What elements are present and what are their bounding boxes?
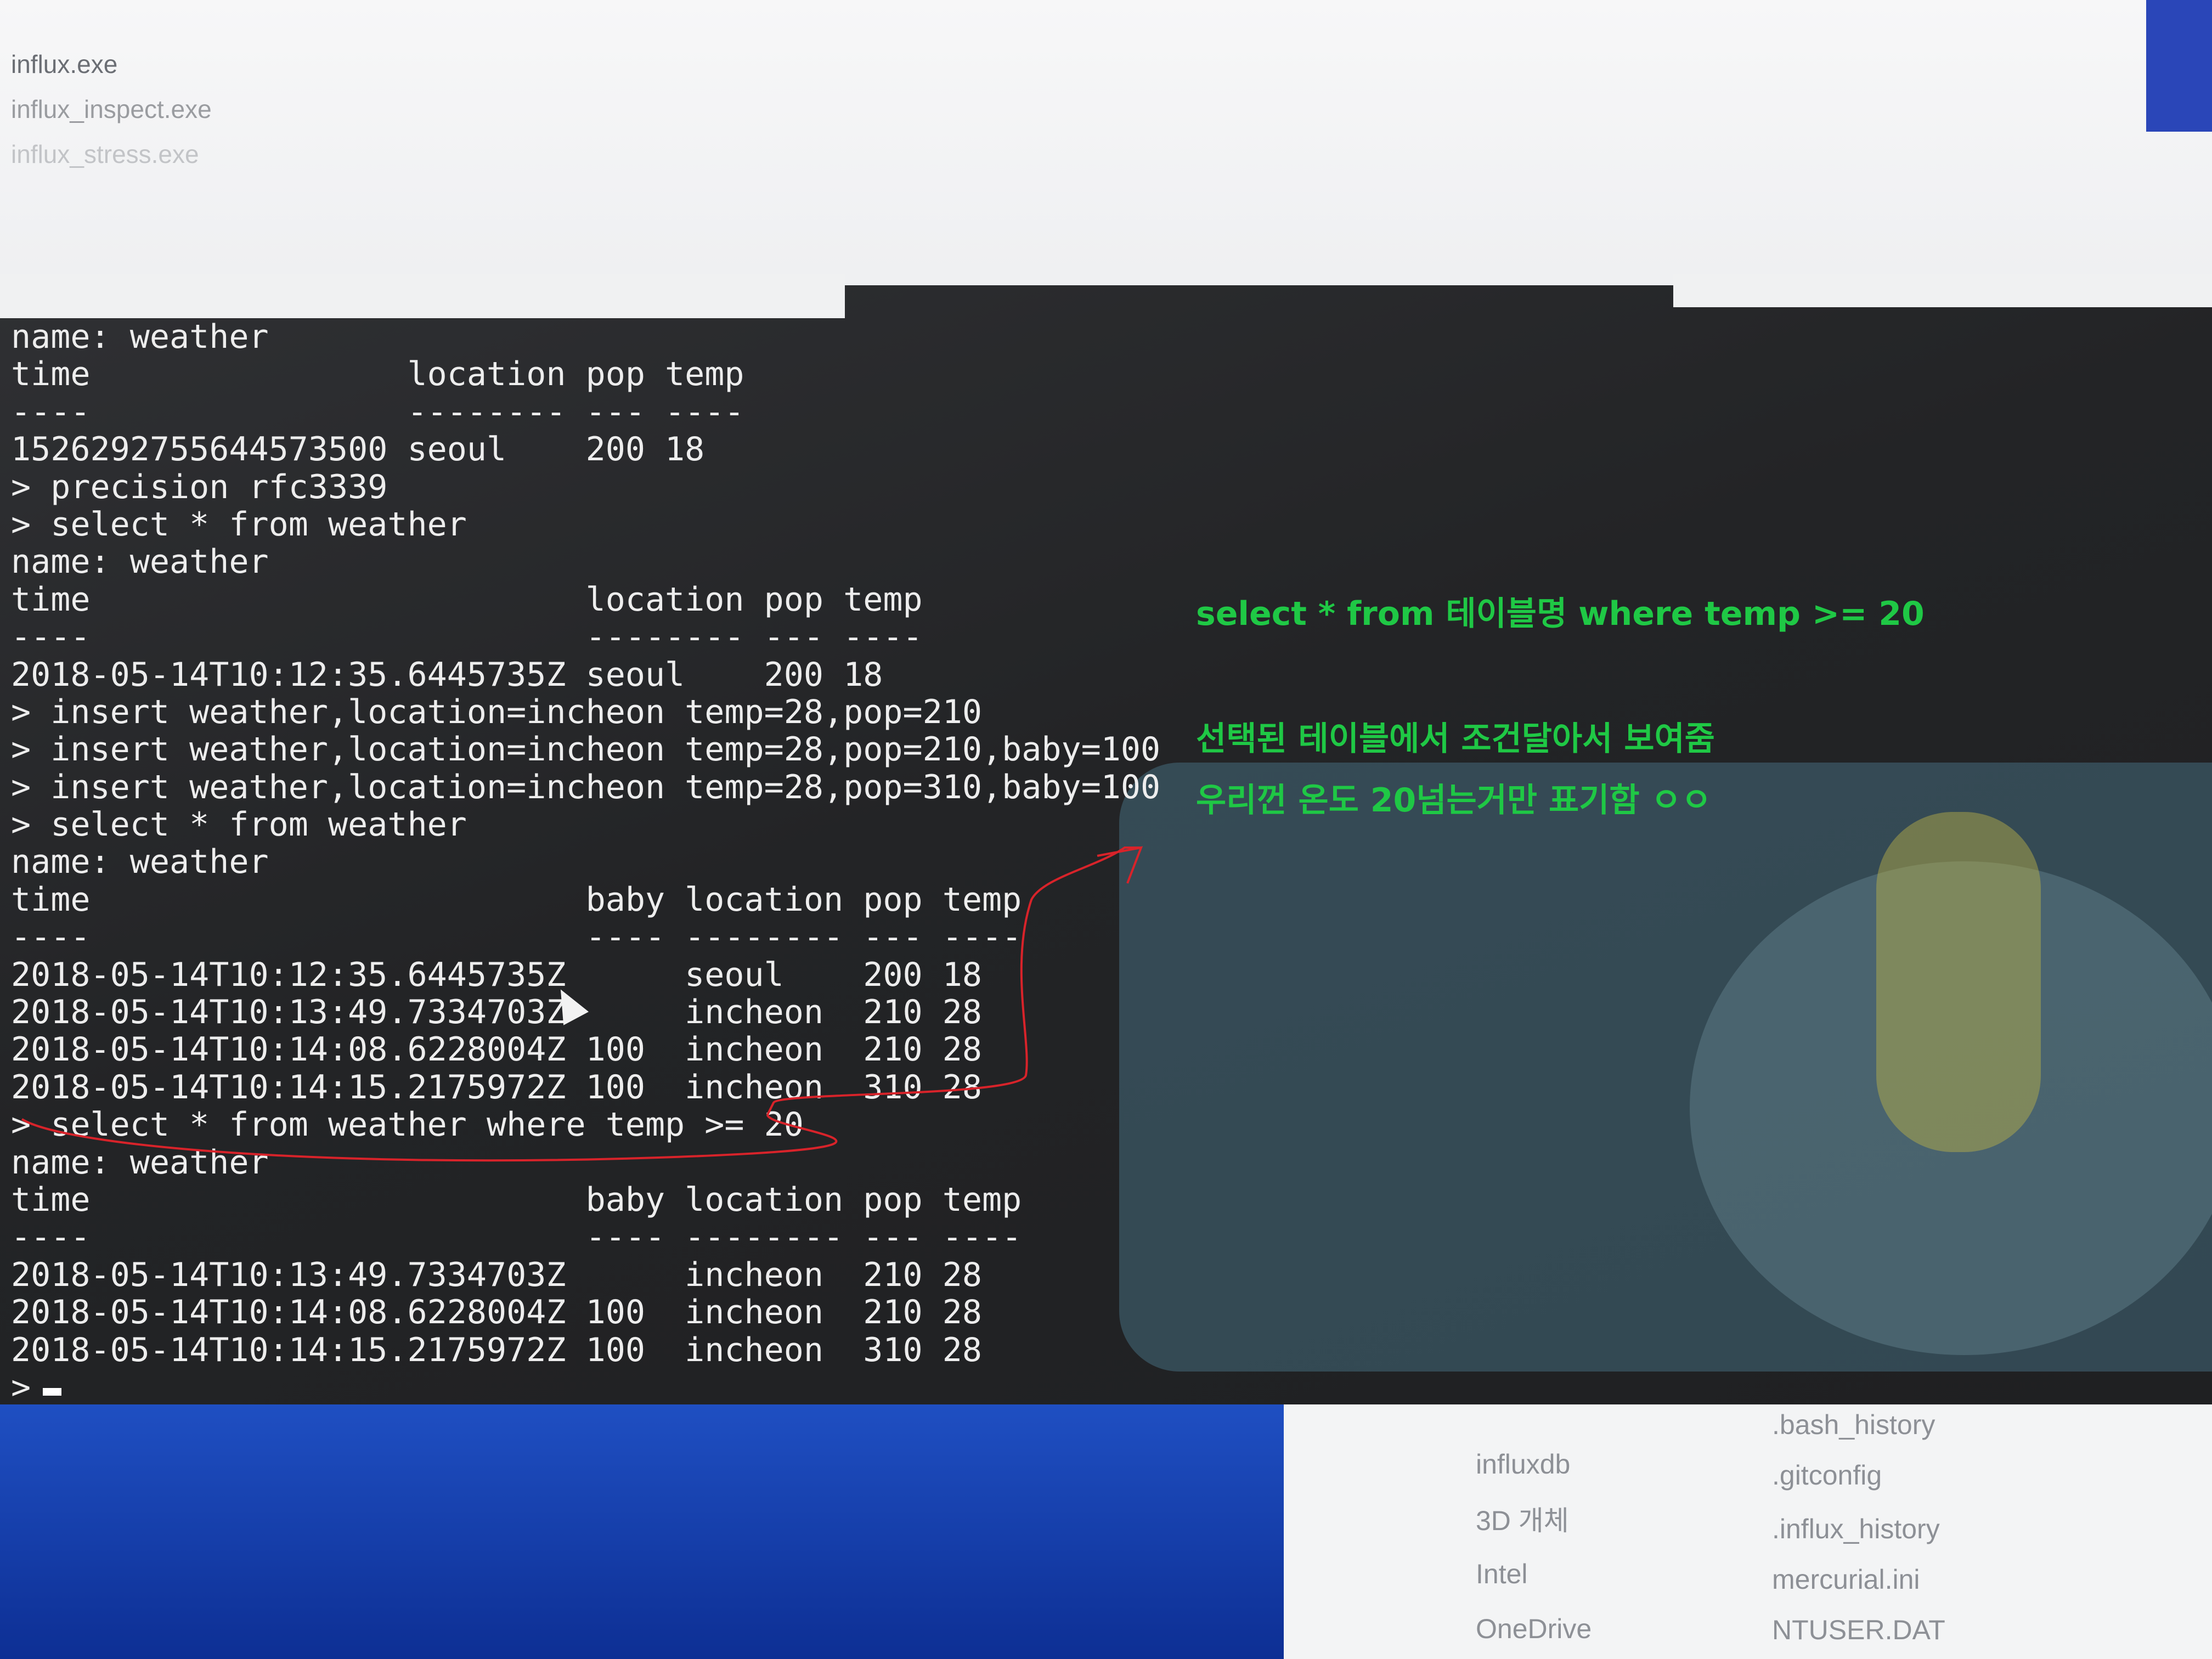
file-item[interactable]: mercurial.ini [1772, 1564, 1920, 1595]
folder-item[interactable]: influxdb [1476, 1448, 1570, 1480]
file-item[interactable]: .bash_history [1772, 1409, 1935, 1441]
highlight-arrowhead-icon [1097, 846, 1143, 884]
annotation-line-2: 우리껀 온도 20넘는거만 표기함 ㅇㅇ [1196, 781, 1712, 820]
annotation-line-1: 선택된 테이블에서 조건달아서 보여줌 [1196, 720, 1715, 758]
highlight-underline [21, 847, 1141, 1162]
file-item[interactable]: .gitconfig [1772, 1459, 1882, 1491]
folder-item[interactable]: Intel [1476, 1558, 1528, 1590]
annotation-query: select * from 테이블명 where temp >= 20 [1196, 595, 1925, 633]
folder-item[interactable]: OneDrive [1476, 1613, 1592, 1645]
file-item[interactable]: .influx_history [1772, 1513, 1940, 1545]
file-item[interactable]: NTUSER.DAT [1772, 1614, 1945, 1646]
explorer-background-bottom: influxdb 3D 개체 Intel OneDrive .bash_hist… [1284, 1404, 2212, 1659]
desktop-taskbar-area [0, 1404, 1284, 1659]
folder-item[interactable]: 3D 개체 [1476, 1499, 1569, 1538]
